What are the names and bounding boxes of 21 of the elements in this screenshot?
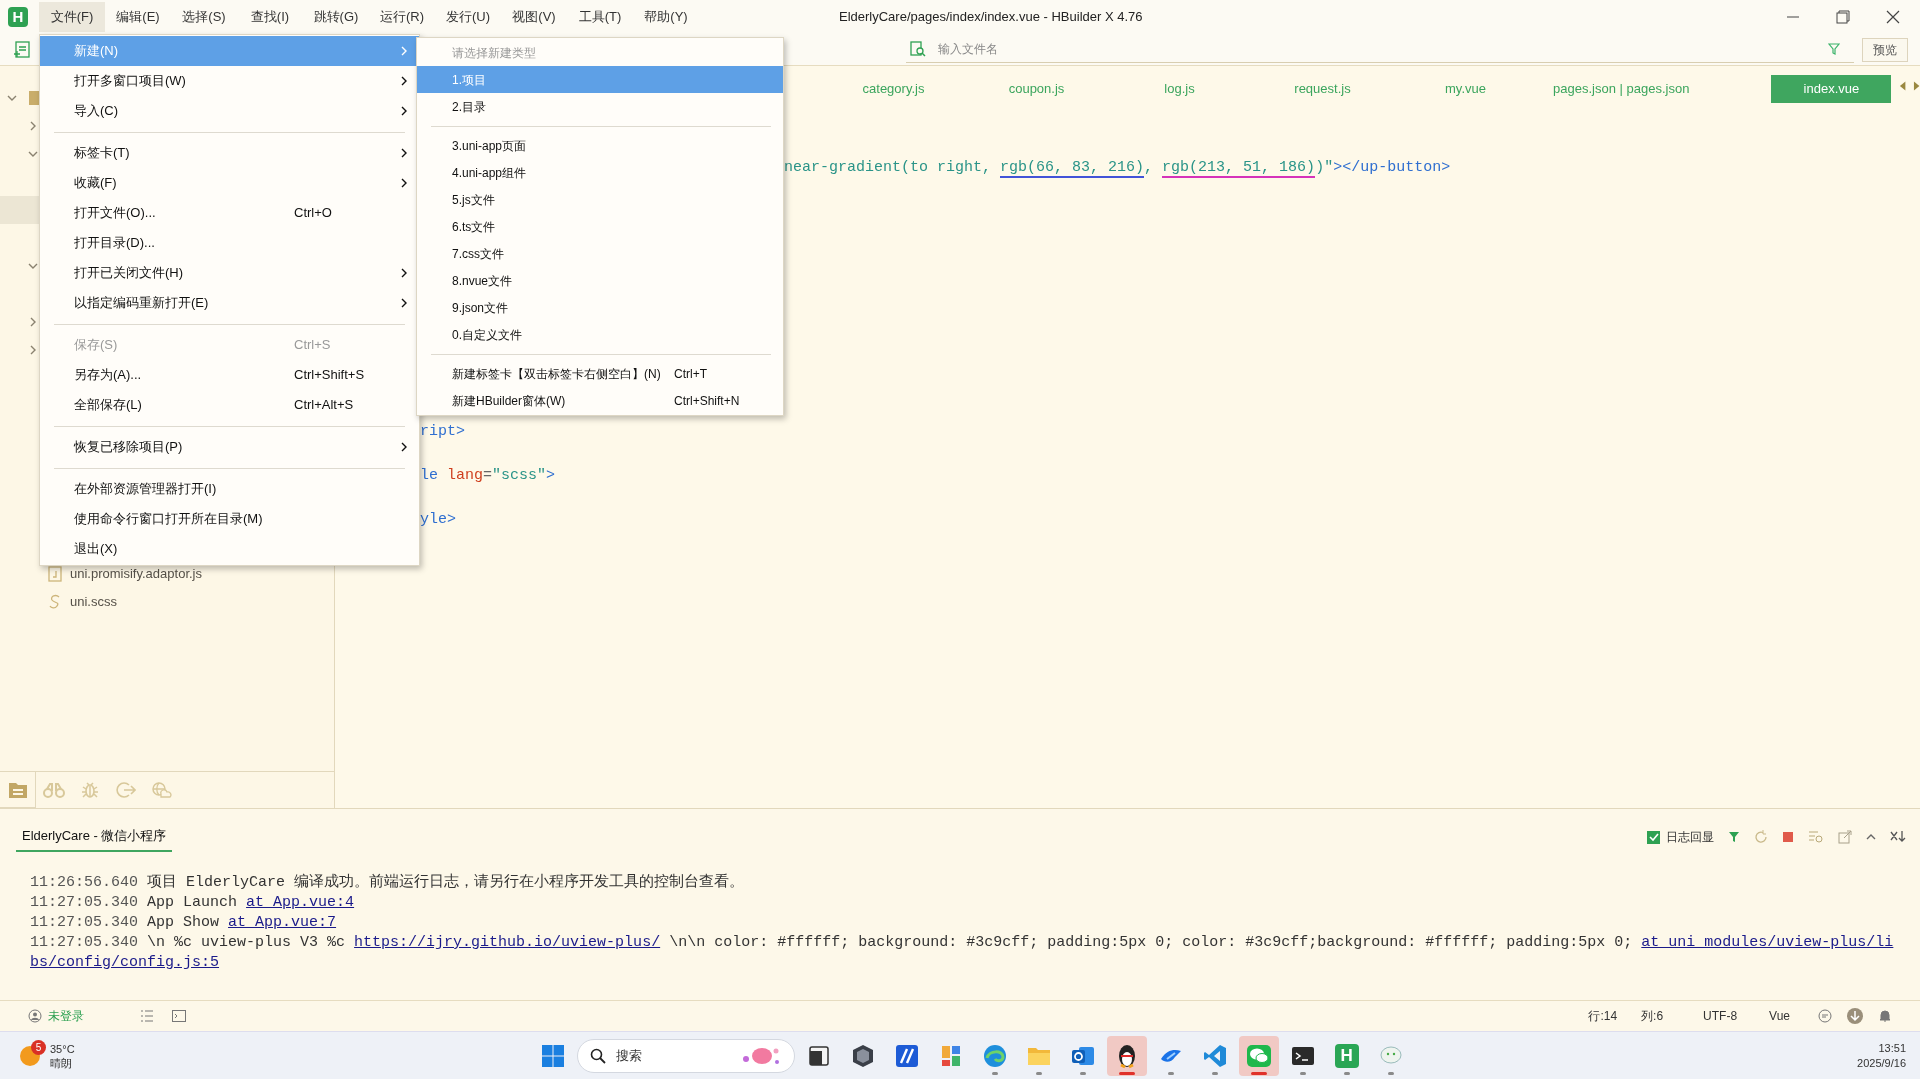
log-line: 11:26:56.640 项目 ElderlyCare 编译成功。前端运行日志，请另行在小程序开发工具的控制台查看。 xyxy=(30,873,746,893)
temperature: 35°C xyxy=(50,1041,75,1056)
notification-badge: 5 xyxy=(31,1039,46,1055)
shortcut: Ctrl+S xyxy=(294,336,331,355)
log-line: 11:27:05.340 App Show at App.vue:7 xyxy=(30,913,338,933)
window-title: ElderlyCare/pages/index/index.vue - HBuilder X 4.76 xyxy=(839,8,1143,27)
code-line: yle> xyxy=(420,510,456,530)
checkbox-label: 日志回显 xyxy=(1666,829,1714,846)
log-line: 11:27:05.340 App Launch at App.vue:4 xyxy=(30,893,356,913)
shortcut: Ctrl+Alt+S xyxy=(294,396,354,415)
code-line: le lang="scss"> xyxy=(420,466,556,486)
weather-condition: 晴朗 xyxy=(50,1055,73,1070)
code-line: near-gradient(to right, rgb(66, 83, 216), rgb(213, 51, 186))"></up-button> xyxy=(784,158,1451,180)
log-line: 11:27:05.340 \n %c uview-plus V3 %c https://ijry.github.io/uview-plus/ \n\n color: #ffffff; background: #3c9cff; padding:5px 0; color: #3c9cff;background: #ffffff; padding:5px 0; at uni_modules/uview-plus/li xyxy=(30,933,1895,953)
shortcut: Ctrl+O xyxy=(294,204,332,223)
code-line: ript> xyxy=(420,422,465,442)
app-logo: H xyxy=(8,7,28,27)
shortcut: Ctrl+T xyxy=(674,365,707,383)
submenu-header: 请选择新建类型 xyxy=(451,44,537,62)
shortcut: Ctrl+Shift+N xyxy=(674,392,740,410)
shortcut: Ctrl+Shift+S xyxy=(294,366,365,385)
